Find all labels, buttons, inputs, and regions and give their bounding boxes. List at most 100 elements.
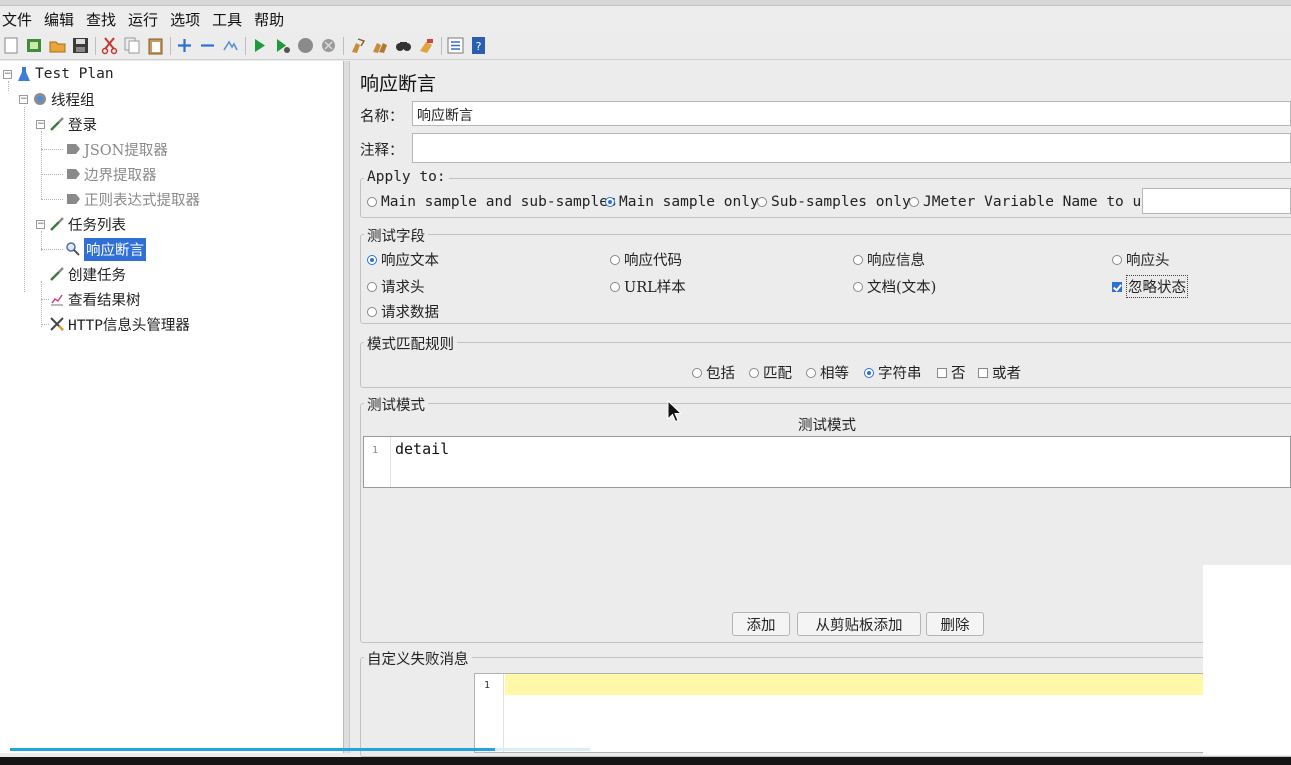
start-icon[interactable]	[250, 36, 269, 55]
menu-edit[interactable]: 编辑	[44, 9, 74, 30]
extractor-icon	[65, 166, 81, 182]
video-progress-bar	[10, 748, 495, 751]
radio-substring[interactable]: 字符串	[864, 362, 922, 383]
tree-label: 登录	[68, 117, 97, 134]
tree-node-boundary-extractor[interactable]: 边界提取器	[65, 163, 157, 185]
jmeter-variable-field[interactable]	[1142, 188, 1291, 214]
radio-main-and-sub[interactable]: Main sample and sub-samples	[367, 194, 617, 210]
radio-indicator	[610, 281, 620, 292]
menu-tools[interactable]: 工具	[212, 9, 242, 30]
radio-request-data[interactable]: 请求数据	[367, 301, 439, 322]
checkbox-label: 或者	[992, 366, 1021, 382]
flask-icon	[16, 66, 32, 82]
radio-indicator	[367, 306, 377, 317]
radio-request-headers[interactable]: 请求头	[367, 276, 425, 297]
radio-main-only[interactable]: Main sample only	[605, 194, 759, 210]
expander-thread-group[interactable]: −	[19, 95, 28, 104]
delete-button[interactable]: 删除	[926, 612, 984, 636]
menu-run[interactable]: 运行	[128, 9, 158, 30]
radio-document-text[interactable]: 文档(文本)	[853, 276, 936, 297]
help-icon[interactable]: ?	[469, 36, 488, 55]
function-helper-icon[interactable]	[446, 36, 465, 55]
radio-response-code[interactable]: 响应代码	[610, 249, 682, 270]
expander-task-list[interactable]: −	[36, 220, 45, 229]
clear-icon[interactable]	[348, 36, 367, 55]
radio-sub-only[interactable]: Sub-samples only	[757, 194, 911, 210]
tree-node-json-extractor[interactable]: JSON提取器	[65, 138, 168, 160]
radio-equals[interactable]: 相等	[806, 362, 849, 383]
clear-all-icon[interactable]	[371, 36, 390, 55]
radio-label: 文档(文本)	[867, 280, 937, 296]
patterns-column-header: 测试模式	[363, 414, 1291, 434]
checkbox-or[interactable]: 或者	[978, 362, 1021, 383]
tree-node-regex-extractor[interactable]: 正则表达式提取器	[65, 188, 200, 210]
pane-splitter[interactable]	[344, 61, 350, 753]
radio-url-sampled[interactable]: URL样本	[610, 276, 686, 297]
tree-label: HTTP信息头管理器	[68, 317, 190, 334]
expander-login[interactable]: −	[36, 120, 45, 129]
screen-overlay	[1203, 565, 1291, 755]
tree-line	[41, 174, 63, 175]
menu-file[interactable]: 文件	[2, 9, 32, 30]
tree-line	[8, 81, 9, 91]
tree-line	[24, 107, 25, 292]
tree-node-login[interactable]: 登录	[49, 113, 97, 135]
toggle-icon[interactable]	[221, 36, 240, 55]
patterns-table[interactable]: 1 detail	[363, 436, 1291, 488]
radio-response-text[interactable]: 响应文本	[367, 249, 439, 270]
tree-node-http-header-manager[interactable]: HTTP信息头管理器	[49, 313, 190, 335]
shutdown-icon[interactable]	[319, 36, 338, 55]
tree-line	[41, 149, 63, 150]
tree-node-view-results-tree[interactable]: 查看结果树	[49, 288, 141, 310]
collapse-icon[interactable]	[198, 36, 217, 55]
reset-search-icon[interactable]	[417, 36, 436, 55]
tree-node-test-plan[interactable]: Test Plan	[16, 63, 114, 85]
name-field[interactable]: 响应断言	[412, 101, 1291, 126]
pattern-value[interactable]: detail	[395, 440, 449, 458]
tree-node-create-task[interactable]: 创建任务	[49, 263, 126, 285]
comment-field[interactable]	[412, 133, 1291, 163]
mouse-cursor-icon	[667, 400, 681, 423]
tree-node-task-list[interactable]: 任务列表	[49, 213, 126, 235]
tree-node-thread-group[interactable]: 线程组	[32, 88, 95, 110]
search-icon[interactable]	[394, 36, 413, 55]
open-icon[interactable]	[48, 36, 67, 55]
pipette-icon	[49, 116, 65, 132]
copy-icon[interactable]	[123, 36, 142, 55]
response-assertion-panel: 响应断言 名称： 响应断言 注释： Apply to: Main sample …	[351, 61, 1291, 757]
radio-indicator	[367, 281, 377, 292]
add-from-clipboard-button[interactable]: 从剪贴板添加	[797, 612, 921, 636]
add-button[interactable]: 添加	[732, 612, 790, 636]
save-icon[interactable]	[71, 36, 90, 55]
radio-indicator	[692, 367, 702, 378]
cut-icon[interactable]	[100, 36, 119, 55]
tree-node-response-assertion[interactable]: 响应断言	[65, 237, 146, 261]
stop-icon[interactable]	[296, 36, 315, 55]
expander-test-plan[interactable]: −	[3, 70, 12, 79]
radio-matches[interactable]: 匹配	[749, 362, 792, 383]
radio-response-message[interactable]: 响应信息	[853, 249, 925, 270]
start-no-pause-icon[interactable]	[273, 36, 292, 55]
expand-icon[interactable]	[175, 36, 194, 55]
menu-options[interactable]: 选项	[170, 9, 200, 30]
radio-contains[interactable]: 包括	[692, 362, 735, 383]
checkbox-ignore-status[interactable]: 忽略状态	[1112, 275, 1188, 298]
toolbar-separator	[170, 36, 171, 55]
checkbox-label: 忽略状态	[1126, 275, 1188, 298]
failure-message-editor[interactable]: 1	[474, 673, 1291, 753]
tree-label: 线程组	[51, 92, 95, 109]
templates-icon[interactable]	[25, 36, 44, 55]
test-plan-tree: − − − − Test Plan 线程组 登录 JSON提取器 边界提取器 正…	[0, 61, 344, 753]
menu-help[interactable]: 帮助	[254, 9, 284, 30]
wrench-icon	[49, 316, 65, 332]
pipette-icon	[49, 216, 65, 232]
checkbox-not[interactable]: 否	[937, 362, 966, 383]
pipette-icon	[49, 266, 65, 282]
tree-label: 响应断言	[84, 237, 146, 261]
current-line-highlight	[505, 674, 1291, 695]
radio-jmeter-variable[interactable]: JMeter Variable Name to use	[909, 194, 1159, 210]
menu-search[interactable]: 查找	[86, 9, 116, 30]
radio-response-headers[interactable]: 响应头	[1112, 249, 1170, 270]
paste-icon[interactable]	[146, 36, 165, 55]
new-icon[interactable]	[2, 36, 21, 55]
